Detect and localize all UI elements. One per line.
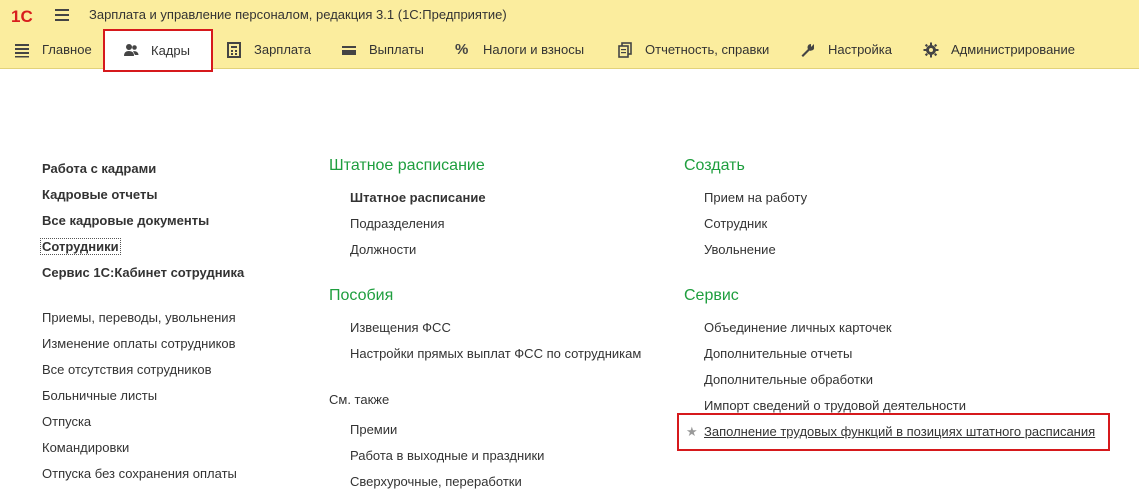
link-merge-personal-cards[interactable]: Объединение личных карточек <box>704 320 892 335</box>
section-label: Налоги и взносы <box>483 42 585 57</box>
link-personnel-reports[interactable]: Кадровые отчеты <box>42 187 157 202</box>
calculator-icon <box>226 41 242 58</box>
app-title: Зарплата и управление персоналом, редакц… <box>89 7 507 22</box>
link-create-dismissal[interactable]: Увольнение <box>704 242 776 257</box>
section-label: Отчетность, справки <box>645 42 770 57</box>
star-icon[interactable]: ★ <box>686 424 698 440</box>
wallet-icon <box>341 42 357 58</box>
sections-panel: Главное Кадры Зарплата Выплаты % Налоги … <box>0 31 1139 69</box>
section-label: Главное <box>42 42 92 57</box>
section-label: Кадры <box>151 42 190 58</box>
menu-list-icon <box>14 42 30 58</box>
section-label: Администрирование <box>951 42 1075 57</box>
section-settings[interactable]: Настройка <box>800 31 892 68</box>
section-administration[interactable]: Администрирование <box>923 31 1075 68</box>
link-hires-transfers-dismissals[interactable]: Приемы, переводы, увольнения <box>42 310 236 325</box>
link-additional-reports[interactable]: Дополнительные отчеты <box>704 346 852 361</box>
link-all-personnel-documents[interactable]: Все кадровые документы <box>42 213 209 228</box>
section-main[interactable]: Главное <box>14 31 92 68</box>
link-weekend-work[interactable]: Работа в выходные и праздники <box>350 448 544 463</box>
link-work-with-personnel[interactable]: Работа с кадрами <box>42 161 156 176</box>
section-payments[interactable]: Выплаты <box>341 31 424 68</box>
section-taxes[interactable]: % Налоги и взносы <box>455 31 584 68</box>
group-title-staffing: Штатное расписание <box>329 157 485 174</box>
group-title-service: Сервис <box>684 287 739 304</box>
link-business-trips[interactable]: Командировки <box>42 440 129 455</box>
title-bar: 1С Зарплата и управление персоналом, ред… <box>0 0 1139 31</box>
main-menu-icon[interactable] <box>55 9 69 21</box>
link-create-hire[interactable]: Прием на работу <box>704 190 807 205</box>
link-fill-labor-functions[interactable]: Заполнение трудовых функций в позициях ш… <box>704 424 1095 439</box>
link-unpaid-leaves[interactable]: Отпуска без сохранения оплаты <box>42 466 237 481</box>
link-fss-notices[interactable]: Извещения ФСС <box>350 320 451 335</box>
link-vacations[interactable]: Отпуска <box>42 414 91 429</box>
link-all-absences[interactable]: Все отсутствия сотрудников <box>42 362 212 377</box>
group-title-create: Создать <box>684 157 745 174</box>
link-employees[interactable]: Сотрудники <box>40 238 121 255</box>
link-sick-leaves[interactable]: Больничные листы <box>42 388 157 403</box>
section-label: Настройка <box>828 42 892 57</box>
section-reports[interactable]: Отчетность, справки <box>617 31 769 68</box>
gear-icon <box>923 42 939 58</box>
svg-text:1С: 1С <box>11 7 33 26</box>
section-label: Выплаты <box>369 42 424 57</box>
section-personnel[interactable]: Кадры <box>105 31 211 69</box>
section-label: Зарплата <box>254 42 311 57</box>
group-title-see-also: См. также <box>329 392 390 407</box>
link-employee-cabinet-service[interactable]: Сервис 1С:Кабинет сотрудника <box>42 265 244 280</box>
1c-logo[interactable]: 1С <box>11 6 45 26</box>
link-fss-direct-payments-settings[interactable]: Настройки прямых выплат ФСС по сотрудник… <box>350 346 641 361</box>
link-additional-processing[interactable]: Дополнительные обработки <box>704 372 873 387</box>
link-bonuses[interactable]: Премии <box>350 422 397 437</box>
link-positions[interactable]: Должности <box>350 242 416 257</box>
people-icon <box>123 42 139 58</box>
link-staffing-table[interactable]: Штатное расписание <box>350 190 486 205</box>
percent-icon: % <box>455 40 469 58</box>
link-create-employee[interactable]: Сотрудник <box>704 216 767 231</box>
section-salary[interactable]: Зарплата <box>226 31 311 68</box>
documents-icon <box>617 41 633 58</box>
link-import-labor-activity[interactable]: Импорт сведений о трудовой деятельности <box>704 398 966 413</box>
group-title-benefits: Пособия <box>329 287 394 304</box>
link-departments[interactable]: Подразделения <box>350 216 445 231</box>
wrench-icon <box>800 42 816 58</box>
link-pay-changes[interactable]: Изменение оплаты сотрудников <box>42 336 236 351</box>
